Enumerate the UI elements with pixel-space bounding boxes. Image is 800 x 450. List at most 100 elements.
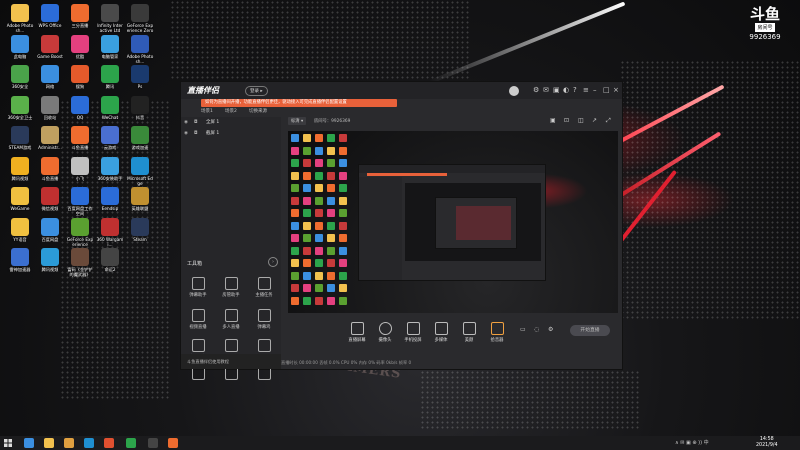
taskbar-folder-icon[interactable] [64,438,74,448]
desktop-icon[interactable]: 小飞 [66,156,94,181]
desktop-icon[interactable]: WeChat [96,95,124,120]
help-icon[interactable]: ? [573,87,577,94]
skin-icon[interactable]: ◐ [563,87,569,94]
lock-icon[interactable]: ◘ [194,130,198,138]
desktop-icon[interactable]: 360 Wargami... [96,217,124,247]
desktop-icon[interactable]: 360安全卫士 [6,95,34,120]
desktop-icon[interactable]: YY语音 [6,217,34,242]
desktop-icon[interactable]: Adobe Photosh... [126,34,154,64]
lock-icon[interactable]: ▣ [553,87,560,94]
desktop-icon[interactable]: 腾讯视频 [6,156,34,181]
notice-banner[interactable]: 如何为直播间开播，功能直播伴侣更佳，驱动接入可完成直播伴侣配置设置 [201,99,397,107]
desktop-icon[interactable]: 百度网盘工作空间 [66,187,94,216]
desktop-icon[interactable]: Adobe Photosh... [6,4,34,33]
taskbar-app-icon[interactable] [148,438,158,448]
screen-capture-button[interactable]: 直播屏幕 [343,322,371,343]
desktop-icon[interactable]: Eendsip [96,187,124,211]
desktop-icon[interactable]: 三分直播 [66,4,94,28]
visibility-icon[interactable]: ◌ [534,326,539,333]
window-titlebar[interactable]: 直播伴侣 登录 ▸ ⚙ ✉ ▣ ◐ ? ≡ – □ × [181,82,622,99]
tab-scene-1[interactable]: 场景1 [201,108,213,114]
desktop-icon[interactable]: GeForce Experience Zero [126,4,154,33]
desktop-icon[interactable]: 网络 [36,65,64,89]
desktop-icon[interactable]: Administr... [36,126,64,150]
message-icon[interactable]: ✉ [543,87,549,94]
tab-switch-source[interactable]: 切换来源 [249,108,267,114]
desktop-icon[interactable]: Game Boost [36,34,64,59]
windows-start-icon[interactable] [4,439,12,447]
desktop-icon[interactable]: 回收站 [36,95,64,120]
tool-multi-live[interactable]: 多人直播 [216,309,246,330]
desktop-icon[interactable]: 富码《金铲铲的魔武器》 [66,248,94,277]
start-live-button[interactable]: 开始直播 [570,325,610,336]
desktop-icon[interactable]: WPS Office [36,4,64,28]
lock-icon[interactable]: ▣ [550,117,556,124]
audio-button[interactable]: 拾音器 [483,322,511,343]
tool-room-manager[interactable]: 房管助手 [216,277,246,298]
maximize-icon[interactable]: □ [603,87,610,94]
desktop-icon[interactable]: STEAM游戏 [6,126,34,150]
desktop-icon[interactable]: 优酷 [66,34,94,59]
login-button[interactable]: 登录 ▸ [245,86,268,96]
menu-icon[interactable]: ≡ [583,87,589,94]
resolution-dropdown[interactable]: 标清 ▾ [288,117,307,125]
desktop-icon[interactable]: 微信视频 [36,187,64,211]
close-icon[interactable]: × [613,87,619,94]
desktop-icon[interactable]: Steam [126,217,154,242]
desktop-icon[interactable]: Infinity Interactive Ltd [96,4,124,33]
desktop-icon[interactable]: 搜狗 [66,65,94,89]
tool-host-task[interactable]: 主播任务 [249,277,279,298]
source-row[interactable]: ◉ ◘ 截屏 1 [184,130,279,138]
desktop-icon[interactable]: WeGame [6,187,34,211]
live-preview[interactable] [288,131,618,313]
desktop-icon[interactable]: 命运2 [96,248,124,272]
desktop-icon[interactable]: QQ [66,95,94,120]
taskbar-live-companion-icon[interactable] [168,438,178,448]
gear-icon[interactable]: ⚙ [548,326,553,333]
desktop-icon[interactable]: GeForce Experience [66,217,94,247]
desktop-icon[interactable]: 斗鱼直播 [66,126,94,150]
fullscreen-icon[interactable]: ⤢ [606,117,611,125]
system-tray[interactable]: ∧ ✉ ▣ ⊕ )) 中 [675,439,709,446]
source-row[interactable]: ◉ ◘ 全屏 1 [184,119,279,127]
desktop-icon[interactable]: 云游戏 [96,126,124,150]
desktop-icon[interactable]: 腾讯 [96,65,124,89]
share-icon[interactable]: ↗ [592,117,597,124]
tool-video-live[interactable]: 视频直播 [183,309,213,330]
desktop-icon[interactable]: 电脑管家 [96,34,124,59]
taskbar-clock[interactable]: 14:58 2021/9/4 [756,437,778,449]
desktop-icon[interactable]: 360安全 [6,65,34,89]
desktop-icon[interactable]: 抖音 [126,95,154,120]
desktop-icon[interactable]: 此电脑 [6,34,34,59]
capture-icon[interactable]: ⊡ [564,117,569,124]
desktop-icon[interactable]: 英雄联盟 [126,187,154,211]
desktop-icon[interactable]: Microsoft Edge [126,156,154,186]
avatar[interactable] [509,86,519,96]
settings-icon[interactable]: ⚙ [533,87,539,94]
desktop-icon[interactable]: 斗鱼直播 [36,156,64,181]
phone-cast-button[interactable]: 手机投屏 [399,322,427,343]
tool-danmu-bot[interactable]: 弹幕鸡 [249,309,279,330]
beauty-button[interactable]: 美颜 [455,322,483,343]
eye-icon[interactable]: ◉ [184,130,188,138]
taskbar-wechat-icon[interactable] [126,438,136,448]
layout-icon[interactable]: ◫ [578,117,584,124]
lock-icon[interactable]: ◘ [194,119,198,127]
minimize-icon[interactable]: – [593,87,597,94]
desktop-icon[interactable]: Ps [126,65,154,89]
desktop-icon[interactable]: 腾讯视频 [36,248,64,272]
desktop-icon[interactable]: 百度网盘 [36,217,64,242]
taskbar-search-icon[interactable] [24,438,34,448]
taskbar-explorer-icon[interactable] [44,438,54,448]
tutorial-link[interactable]: 斗鱼直播伴侣使用教程 [181,354,281,369]
record-icon[interactable]: ▭ [520,326,526,333]
desktop-icon[interactable]: 360安装助手 [96,156,124,181]
toolbox-more-icon[interactable]: › [268,257,278,267]
taskbar-edge-icon[interactable] [84,438,94,448]
eye-icon[interactable]: ◉ [184,119,188,127]
desktop-icon[interactable]: 雷神加速器 [6,248,34,272]
taskbar-browser-icon[interactable] [104,438,114,448]
tab-scene-2[interactable]: 场景2 [225,108,237,114]
desktop-icon[interactable]: 游戏加速 [126,126,154,150]
camera-button[interactable]: 摄像头 [371,322,399,343]
